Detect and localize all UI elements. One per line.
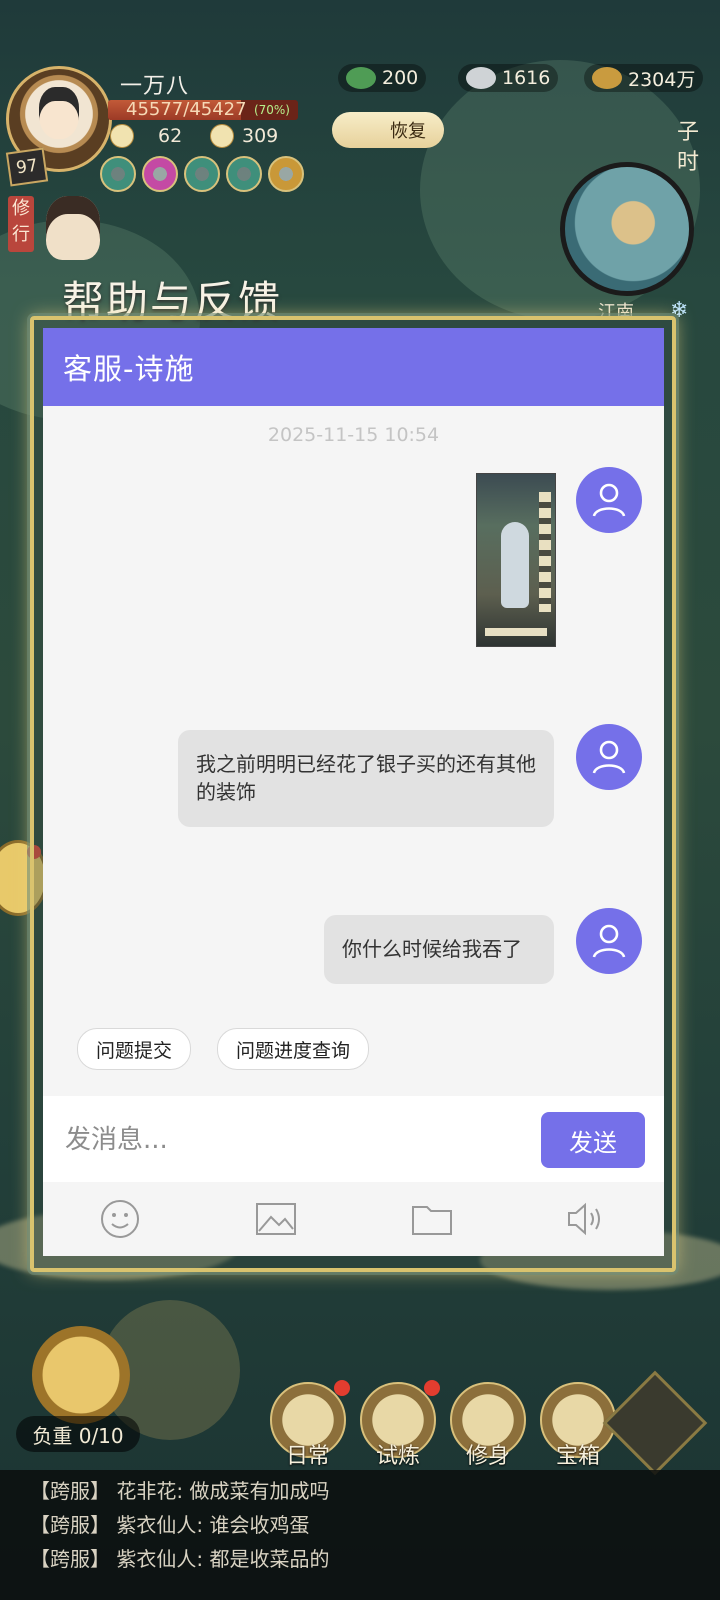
bowl-icon bbox=[110, 124, 134, 148]
nav-cultivate-label: 修身 bbox=[465, 1444, 510, 1469]
nav-daily[interactable]: 日常 bbox=[270, 1380, 350, 1469]
stat-bun: 309 bbox=[210, 124, 278, 148]
folder-icon[interactable] bbox=[409, 1196, 455, 1242]
jade-icon bbox=[346, 67, 376, 89]
restore-label: 恢复 bbox=[390, 121, 426, 142]
cultivate-tag[interactable]: 修行 bbox=[8, 196, 34, 252]
flower-buff-icon[interactable] bbox=[142, 156, 178, 192]
world-chat-log[interactable]: 【跨服】 花非花: 做成菜有加成吗 【跨服】 紫衣仙人: 谁会收鸡蛋 【跨服】 … bbox=[0, 1470, 720, 1600]
restore-button[interactable]: 恢复 bbox=[332, 112, 444, 148]
pet-avatar[interactable] bbox=[46, 196, 100, 260]
help-panel: 客服-诗施 2025-11-15 10:54 我之前明明已经花了银子买的还有其他… bbox=[43, 328, 664, 1256]
resource-coins[interactable]: 2304万 bbox=[584, 64, 704, 92]
chat-channel: 【跨服】 bbox=[30, 1547, 110, 1571]
burden-label: 负重 0/10 bbox=[16, 1416, 140, 1452]
chat-line: 【跨服】 紫衣仙人: 谁会收鸡蛋 bbox=[0, 1508, 720, 1542]
chat-text: 紫衣仙人: 都是收菜品的 bbox=[116, 1547, 330, 1571]
query-progress-button[interactable]: 问题进度查询 bbox=[217, 1028, 370, 1070]
chat-area[interactable]: 2025-11-15 10:54 我之前明明已经花了银子买的还有其他的装饰 你什… bbox=[43, 406, 664, 1096]
quick-actions: 问题提交 问题进度查询 bbox=[77, 1028, 370, 1070]
resource-silver[interactable]: 1616 bbox=[458, 64, 559, 92]
message-bubble: 你什么时候给我吞了 bbox=[324, 915, 554, 984]
emoji-icon[interactable] bbox=[97, 1196, 143, 1242]
user-avatar-icon bbox=[576, 724, 642, 790]
minimap[interactable] bbox=[560, 162, 694, 296]
nav-trial-label: 试炼 bbox=[375, 1444, 420, 1469]
hp-text: 45577/45427 bbox=[126, 100, 247, 120]
buff-row bbox=[100, 156, 304, 192]
chat-line: 【跨服】 花非花: 做成菜有加成吗 bbox=[0, 1474, 720, 1508]
message-bubble: 我之前明明已经花了银子买的还有其他的装饰 bbox=[178, 730, 554, 827]
stat-food-value: 62 bbox=[158, 125, 183, 147]
nav-cultivate[interactable]: 修身 bbox=[450, 1382, 526, 1469]
chat-text: 花非花: 做成菜有加成吗 bbox=[116, 1479, 330, 1503]
user-avatar-icon bbox=[576, 908, 642, 974]
chat-text: 紫衣仙人: 谁会收鸡蛋 bbox=[116, 1513, 310, 1537]
message-image[interactable] bbox=[476, 473, 556, 647]
chat-channel: 【跨服】 bbox=[30, 1479, 110, 1503]
bowl-buff-icon[interactable] bbox=[268, 156, 304, 192]
coin-icon bbox=[592, 67, 622, 89]
hp-bar: 45577/45427 (70%) bbox=[108, 100, 298, 120]
submit-issue-button[interactable]: 问题提交 bbox=[77, 1028, 192, 1070]
time-label: 子时 bbox=[676, 120, 699, 175]
message-input[interactable] bbox=[63, 1114, 537, 1166]
resource-silver-value: 1616 bbox=[502, 67, 551, 89]
input-bar: 发送 bbox=[43, 1096, 664, 1182]
hp-percent: (70%) bbox=[253, 103, 290, 117]
nav-trial[interactable]: 试炼 bbox=[360, 1380, 440, 1469]
send-button[interactable]: 发送 bbox=[541, 1112, 645, 1168]
stat-bun-value: 309 bbox=[242, 125, 279, 147]
vegetable-buff-icon[interactable] bbox=[184, 156, 220, 192]
player-name: 一万八 bbox=[120, 74, 190, 99]
nav-daily-label: 日常 bbox=[285, 1444, 330, 1469]
silver-ingot-icon bbox=[466, 67, 496, 89]
resource-coins-value: 2304万 bbox=[628, 68, 696, 91]
resource-jade-value: 200 bbox=[382, 67, 419, 89]
chat-timestamp: 2025-11-15 10:54 bbox=[267, 424, 440, 446]
bun-icon bbox=[210, 124, 234, 148]
level-badge: 97 bbox=[5, 147, 49, 187]
cart-button[interactable] bbox=[32, 1326, 130, 1424]
herb-buff-icon[interactable] bbox=[226, 156, 262, 192]
resource-jade[interactable]: 200 bbox=[338, 64, 427, 92]
notification-dot bbox=[424, 1380, 440, 1396]
user-avatar-icon bbox=[576, 467, 642, 533]
notification-dot bbox=[334, 1380, 350, 1396]
chat-line: 【跨服】 紫衣仙人: 都是收菜品的 bbox=[0, 1542, 720, 1576]
bottom-nav: 日常 试炼 修身 宝箱 bbox=[270, 1380, 616, 1469]
panel-header: 客服-诗施 bbox=[43, 328, 664, 406]
voice-icon[interactable] bbox=[563, 1196, 609, 1242]
tool-bar bbox=[43, 1182, 664, 1256]
nav-treasure-label: 宝箱 bbox=[555, 1444, 600, 1469]
stat-food: 62 bbox=[110, 124, 182, 148]
music-buff-icon[interactable] bbox=[100, 156, 136, 192]
chat-channel: 【跨服】 bbox=[30, 1513, 110, 1537]
image-icon[interactable] bbox=[253, 1196, 299, 1242]
